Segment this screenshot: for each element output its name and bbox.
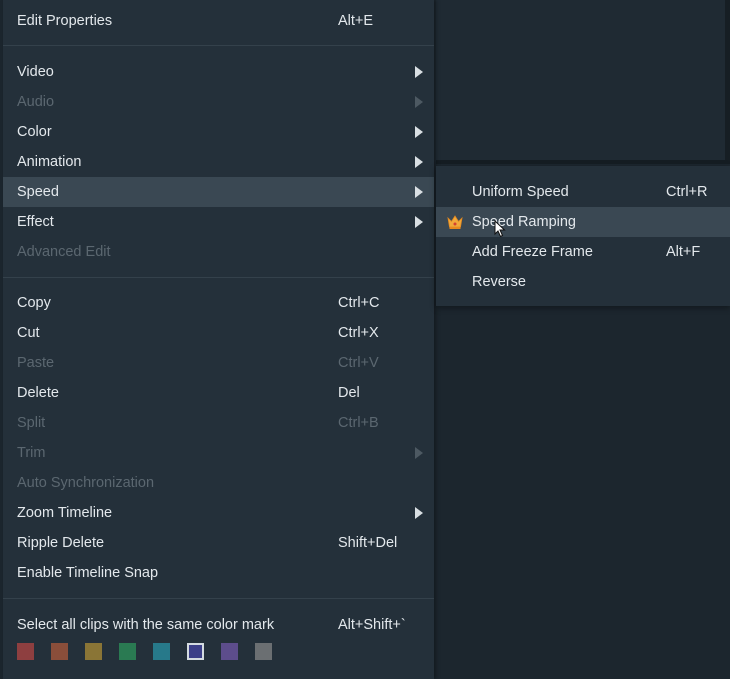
submenu-arrow-icon <box>415 186 423 198</box>
menu-item-copy[interactable]: Copy Ctrl+C <box>3 288 434 318</box>
menu-item-label: Split <box>17 415 46 431</box>
menu-item-audio: Audio <box>3 87 434 117</box>
menu-item-label: Add Freeze Frame <box>472 244 593 260</box>
submenu-item-add-freeze-frame[interactable]: Add Freeze Frame Alt+F <box>436 237 730 267</box>
menu-item-label: Reverse <box>472 274 526 290</box>
menu-separator <box>3 598 434 599</box>
menu-item-label: Delete <box>17 385 59 401</box>
submenu-arrow-icon <box>415 507 423 519</box>
menu-item-label: Animation <box>17 154 82 170</box>
color-mark-swatch[interactable] <box>255 643 272 660</box>
submenu-item-speed-ramping[interactable]: Speed Ramping <box>436 207 730 238</box>
menu-item-animation[interactable]: Animation <box>3 147 434 177</box>
menu-item-label: Uniform Speed <box>472 184 569 200</box>
menu-item-label: Copy <box>17 295 51 311</box>
color-mark-swatch[interactable] <box>221 643 238 660</box>
speed-submenu: Uniform Speed Ctrl+R Speed Ramping Add F… <box>436 166 730 306</box>
color-mark-swatch[interactable] <box>187 643 204 660</box>
menu-item-shortcut: Ctrl+R <box>666 184 708 200</box>
background-panel <box>436 0 730 164</box>
menu-item-select-same-color[interactable]: Select all clips with the same color mar… <box>3 610 434 640</box>
submenu-arrow-icon <box>415 126 423 138</box>
menu-item-paste: Paste Ctrl+V <box>3 348 434 378</box>
menu-item-shortcut: Alt+Shift+` <box>338 617 406 633</box>
menu-item-ripple-delete[interactable]: Ripple Delete Shift+Del <box>3 528 434 558</box>
menu-item-shortcut: Del <box>338 385 360 401</box>
context-menu: Edit Properties Alt+E Video Audio Color … <box>3 0 434 679</box>
menu-item-cut[interactable]: Cut Ctrl+X <box>3 318 434 348</box>
submenu-item-reverse[interactable]: Reverse <box>436 267 730 297</box>
menu-item-label: Audio <box>17 94 55 110</box>
menu-item-split: Split Ctrl+B <box>3 408 434 438</box>
menu-item-auto-synchronization: Auto Synchronization <box>3 468 434 498</box>
menu-item-label: Edit Properties <box>17 13 113 29</box>
submenu-arrow-icon <box>415 216 423 228</box>
menu-item-label: Select all clips with the same color mar… <box>17 617 275 633</box>
menu-item-video[interactable]: Video <box>3 57 434 87</box>
menu-item-shortcut: Ctrl+C <box>338 295 380 311</box>
submenu-item-uniform-speed[interactable]: Uniform Speed Ctrl+R <box>436 177 730 207</box>
menu-item-label: Speed Ramping <box>472 214 576 230</box>
submenu-arrow-icon <box>415 447 423 459</box>
color-mark-swatch[interactable] <box>85 643 102 660</box>
menu-separator <box>3 277 434 278</box>
menu-item-zoom-timeline[interactable]: Zoom Timeline <box>3 498 434 528</box>
menu-item-label: Speed <box>17 184 59 200</box>
menu-item-label: Advanced Edit <box>17 244 111 260</box>
menu-item-shortcut: Shift+Del <box>338 535 398 551</box>
menu-item-label: Paste <box>17 355 55 371</box>
menu-item-label: Ripple Delete <box>17 535 105 551</box>
menu-item-label: Video <box>17 64 54 80</box>
menu-item-label: Trim <box>17 445 46 461</box>
menu-item-trim: Trim <box>3 438 434 468</box>
menu-item-edit-properties[interactable]: Edit Properties Alt+E <box>3 6 434 36</box>
crown-icon <box>446 213 464 235</box>
submenu-arrow-icon <box>415 156 423 168</box>
menu-item-color[interactable]: Color <box>3 117 434 147</box>
color-mark-swatch[interactable] <box>153 643 170 660</box>
menu-item-speed[interactable]: Speed <box>3 177 434 207</box>
menu-item-shortcut: Alt+E <box>338 13 374 29</box>
submenu-arrow-icon <box>415 66 423 78</box>
color-mark-swatch[interactable] <box>51 643 68 660</box>
menu-separator <box>3 45 434 46</box>
color-mark-swatch[interactable] <box>17 643 34 660</box>
menu-item-delete[interactable]: Delete Del <box>3 378 434 408</box>
menu-item-shortcut: Alt+F <box>666 244 701 260</box>
color-mark-swatch[interactable] <box>119 643 136 660</box>
menu-item-enable-timeline-snap[interactable]: Enable Timeline Snap <box>3 558 434 588</box>
menu-item-effect[interactable]: Effect <box>3 207 434 237</box>
menu-item-shortcut: Ctrl+V <box>338 355 379 371</box>
background-panel-edge <box>725 0 730 160</box>
menu-item-label: Effect <box>17 214 54 230</box>
menu-item-label: Color <box>17 124 52 140</box>
submenu-arrow-icon <box>415 96 423 108</box>
menu-item-label: Enable Timeline Snap <box>17 565 159 581</box>
menu-item-shortcut: Ctrl+B <box>338 415 379 431</box>
menu-item-label: Auto Synchronization <box>17 475 155 491</box>
menu-item-label: Cut <box>17 325 40 341</box>
menu-item-shortcut: Ctrl+X <box>338 325 379 341</box>
menu-item-advanced-edit: Advanced Edit <box>3 237 434 267</box>
menu-item-label: Zoom Timeline <box>17 505 113 521</box>
